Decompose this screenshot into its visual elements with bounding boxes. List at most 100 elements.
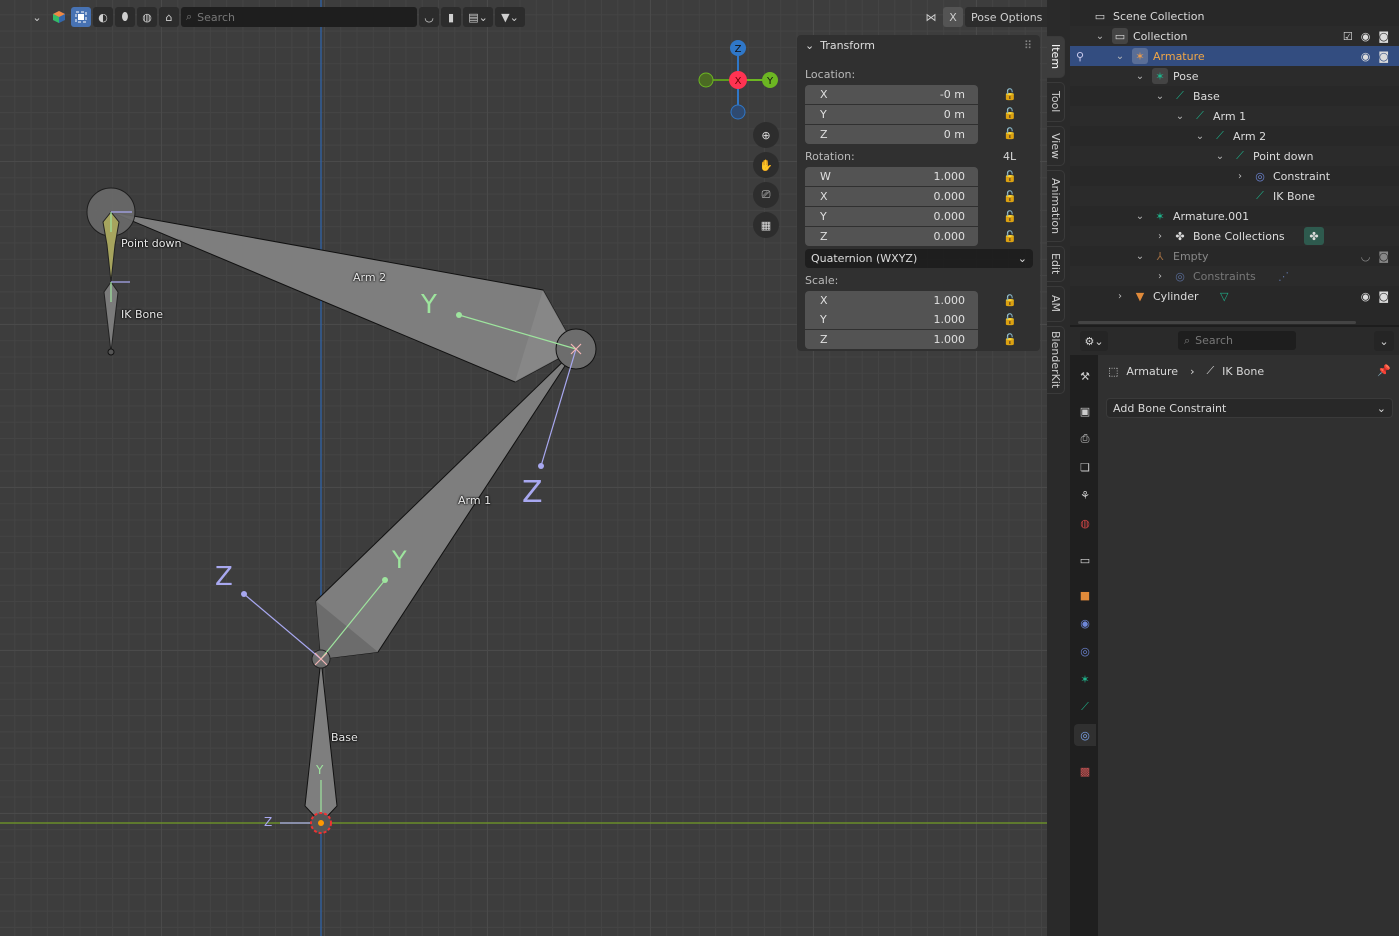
- outliner-row-base[interactable]: ⌄ ⟋ Base: [1070, 86, 1399, 106]
- bookmark-icon[interactable]: ▮: [441, 7, 461, 27]
- tab-item[interactable]: Item: [1047, 36, 1065, 78]
- tab-tool-properties[interactable]: ⚒: [1074, 365, 1096, 387]
- camera-render-icon[interactable]: ◙: [1378, 250, 1389, 263]
- camera-render-icon[interactable]: ◙: [1378, 290, 1389, 303]
- editor-type-dropdown[interactable]: ⚙⌄: [1080, 331, 1108, 351]
- outliner-row-arm-1[interactable]: ⌄ ⟋ Arm 1: [1070, 106, 1399, 126]
- camera-render-icon[interactable]: ◙: [1378, 50, 1389, 63]
- eye-icon[interactable]: ◉: [1361, 290, 1371, 303]
- tab-output-properties[interactable]: ⎙: [1074, 428, 1096, 450]
- tab-texture-properties[interactable]: ▩: [1074, 760, 1096, 782]
- tab-object-properties[interactable]: ■: [1074, 584, 1096, 606]
- bone-point-down[interactable]: [86, 187, 136, 283]
- tab-physics-properties[interactable]: ◉: [1074, 612, 1096, 634]
- tab-object-constraints[interactable]: ◎: [1074, 640, 1096, 662]
- tab-scene-properties[interactable]: ⚘: [1074, 484, 1096, 506]
- pan-hand-icon[interactable]: ✋: [753, 152, 779, 178]
- outliner-row-armature-001[interactable]: ⌄ ✶ Armature.001: [1070, 206, 1399, 226]
- tab-animation[interactable]: Animation: [1047, 170, 1065, 242]
- filter-toggle-button[interactable]: ◡: [419, 7, 439, 27]
- tab-tool[interactable]: Tool: [1047, 82, 1065, 122]
- rotation-4l-toggle[interactable]: 4L: [1003, 150, 1016, 163]
- outliner-row-collection[interactable]: ⌄ ▭ Collection ☑ ◉ ◙: [1070, 26, 1399, 46]
- outliner-scrollbar[interactable]: [1078, 321, 1356, 324]
- tab-am[interactable]: AM: [1047, 286, 1065, 322]
- lock-icon[interactable]: 🔓: [1003, 170, 1017, 184]
- lock-icon[interactable]: 🔓: [1003, 88, 1017, 102]
- selectability-visibility-icon[interactable]: [49, 7, 69, 27]
- outliner-row-pose[interactable]: ⌄ ✶ Pose: [1070, 66, 1399, 86]
- lock-icon[interactable]: 🔓: [1003, 333, 1017, 347]
- tab-blenderkit[interactable]: BlenderKit: [1047, 326, 1065, 394]
- brush-icon[interactable]: ⌂: [159, 7, 179, 27]
- lock-icon[interactable]: 🔓: [1003, 107, 1017, 121]
- tab-world-properties[interactable]: ◍: [1074, 512, 1096, 534]
- tab-collection-properties[interactable]: ▭: [1074, 549, 1096, 571]
- rotation-mode-dropdown[interactable]: Quaternion (WXYZ) ⌄: [805, 249, 1033, 268]
- rotation-y-field[interactable]: Y 0.000: [805, 207, 978, 226]
- ortho-grid-icon[interactable]: ▦: [753, 212, 779, 238]
- mirror-butterfly-icon[interactable]: ⋈: [921, 7, 941, 27]
- outliner-row-empty[interactable]: ⌄ ⅄ Empty ◡ ◙: [1070, 246, 1399, 266]
- eye-closed-icon[interactable]: ◡: [1361, 250, 1371, 263]
- outliner-row-arm-2[interactable]: ⌄ ⟋ Arm 2: [1070, 126, 1399, 146]
- tab-view-layer-properties[interactable]: ❏: [1074, 456, 1096, 478]
- pose-options-dropdown[interactable]: Pose Options⌄: [965, 7, 1047, 27]
- bone-collection-icon[interactable]: ✤: [1304, 227, 1324, 245]
- tab-bone-constraints[interactable]: ◎: [1074, 724, 1096, 746]
- location-x-field[interactable]: X -0 m: [805, 85, 978, 104]
- bone-icon: ⟋: [1216, 129, 1224, 142]
- camera-view-icon[interactable]: ⎚: [753, 182, 779, 208]
- transform-panel-header[interactable]: ⌄ Transform: [805, 39, 875, 52]
- lock-icon[interactable]: 🔓: [1003, 294, 1017, 308]
- outliner-row-constraints[interactable]: › ◎ Constraints ⋰: [1070, 266, 1399, 286]
- outliner-row-scene-collection[interactable]: ▭ Scene Collection: [1070, 6, 1399, 26]
- scale-x-field[interactable]: X 1.000: [805, 291, 978, 310]
- 3d-viewport[interactable]: Point down IK Bone Arm 2 Arm 1 Base Y Z …: [0, 0, 1047, 936]
- pin-icon[interactable]: 📌: [1377, 364, 1391, 377]
- eye-icon[interactable]: ◉: [1361, 50, 1371, 63]
- eye-icon[interactable]: ◉: [1361, 30, 1371, 43]
- add-bone-constraint-dropdown[interactable]: Add Bone Constraint ⌄: [1106, 398, 1393, 418]
- checkbox-icon[interactable]: ☑: [1343, 30, 1353, 43]
- camera-render-icon[interactable]: ◙: [1378, 30, 1389, 43]
- drag-handle-icon[interactable]: ⠿: [1024, 39, 1032, 52]
- mesh-data-icon[interactable]: ▽: [1220, 290, 1228, 303]
- location-z-field[interactable]: Z0 m: [805, 125, 978, 144]
- outliner-row-ik-bone[interactable]: ⟋ IK Bone: [1070, 186, 1399, 206]
- display-mode-dropdown[interactable]: ▤⌄: [463, 7, 493, 27]
- lock-icon[interactable]: 🔓: [1003, 313, 1017, 327]
- rotation-w-field[interactable]: W 1.000: [805, 167, 978, 186]
- tab-bone-properties[interactable]: ⟋: [1074, 696, 1096, 718]
- select-box-tool-button[interactable]: [71, 7, 91, 27]
- lock-icon[interactable]: 🔓: [1003, 230, 1017, 244]
- outliner-row-bone-collections[interactable]: › ✤ Bone Collections ✤: [1070, 226, 1399, 246]
- zoom-view-icon[interactable]: ⊕: [753, 122, 779, 148]
- tab-armature-data[interactable]: ✶: [1074, 668, 1096, 690]
- rotation-z-field[interactable]: Z 0.000: [805, 227, 978, 246]
- tab-render-properties[interactable]: ▣: [1074, 400, 1096, 422]
- collapse-menu-button[interactable]: ⌄: [27, 7, 47, 27]
- lock-icon[interactable]: 🔓: [1003, 210, 1017, 224]
- options-dropdown[interactable]: ⌄: [1374, 331, 1394, 351]
- x-mirror-toggle[interactable]: X: [943, 7, 963, 27]
- pose-mode-icon[interactable]: ⚲: [1076, 50, 1084, 63]
- properties-search-input[interactable]: ⌕ Search: [1178, 331, 1296, 350]
- lock-icon[interactable]: 🔓: [1003, 127, 1017, 141]
- location-y-field[interactable]: Y0 m: [805, 105, 978, 124]
- lock-icon[interactable]: 🔓: [1003, 190, 1017, 204]
- outliner-row-armature[interactable]: ⚲ ⌄ ✶ Armature ◉ ◙: [1070, 46, 1399, 66]
- shading-world-icon[interactable]: ◍: [137, 7, 157, 27]
- filter-dropdown[interactable]: ▼⌄: [495, 7, 525, 27]
- viewport-search-input[interactable]: ⌕ Search: [181, 7, 417, 27]
- tab-view[interactable]: View: [1047, 126, 1065, 166]
- shading-solid-icon[interactable]: ◐: [93, 7, 113, 27]
- scale-z-field[interactable]: Z 1.000: [805, 330, 978, 349]
- tab-edit[interactable]: Edit: [1047, 246, 1065, 282]
- outliner-row-constraint[interactable]: › ◎ Constraint: [1070, 166, 1399, 186]
- shading-material-icon[interactable]: ⬮: [115, 7, 135, 27]
- scale-y-field[interactable]: Y 1.000: [805, 310, 978, 329]
- outliner-row-cylinder[interactable]: › ▼ Cylinder ▽ ◉ ◙: [1070, 286, 1399, 306]
- rotation-x-field[interactable]: X 0.000: [805, 187, 978, 206]
- outliner-row-point-down[interactable]: ⌄ ⟋ Point down: [1070, 146, 1399, 166]
